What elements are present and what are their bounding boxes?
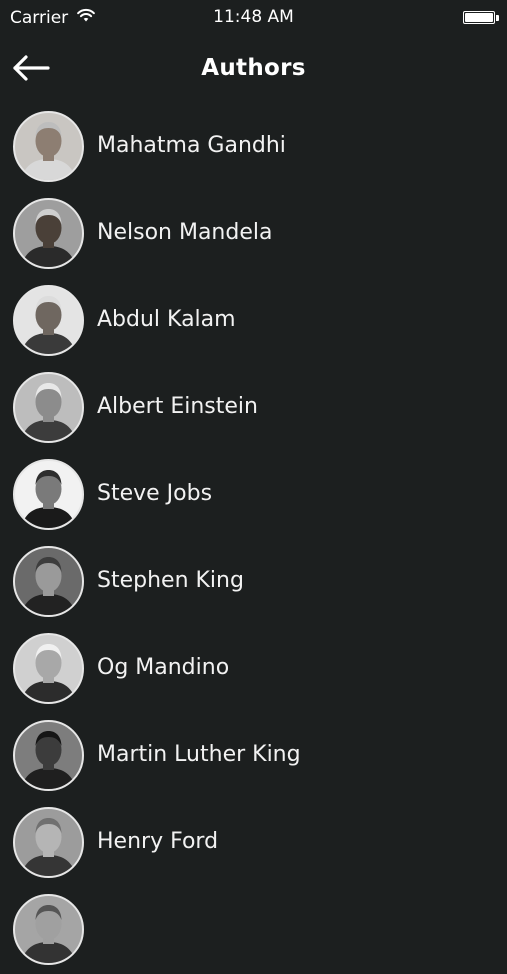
list-item[interactable]: Steve Jobs (0, 452, 507, 539)
battery-icon (463, 11, 495, 24)
author-name: Stephen King (97, 568, 244, 593)
list-item[interactable]: Martin Luther King (0, 713, 507, 800)
avatar (13, 198, 84, 269)
navigation-bar: Authors (0, 36, 507, 104)
list-item[interactable]: Nelson Mandela (0, 191, 507, 278)
avatar (13, 807, 84, 878)
avatar (13, 372, 84, 443)
author-name: Steve Jobs (97, 481, 213, 506)
avatar (13, 546, 84, 617)
author-name: Nelson Mandela (97, 220, 273, 245)
author-name: Martin Luther King (97, 742, 301, 767)
list-item[interactable]: Stephen King (0, 539, 507, 626)
author-name: Albert Einstein (97, 394, 258, 419)
author-name: Mahatma Gandhi (97, 133, 286, 158)
author-name: Abdul Kalam (97, 307, 236, 332)
authors-list: Mahatma Gandhi Nelson Mandela Abdul Kalam A… (0, 104, 507, 974)
avatar (13, 459, 84, 530)
avatar (13, 111, 84, 182)
author-name: Og Mandino (97, 655, 230, 680)
list-item[interactable] (0, 887, 507, 974)
status-time: 11:48 AM (213, 7, 294, 27)
status-bar: Carrier 11:48 AM (0, 0, 507, 36)
battery-tip (496, 15, 499, 21)
list-item[interactable]: Albert Einstein (0, 365, 507, 452)
list-item[interactable]: Henry Ford (0, 800, 507, 887)
battery-fill (465, 13, 493, 22)
author-name: Henry Ford (97, 829, 219, 854)
list-item[interactable]: Mahatma Gandhi (0, 104, 507, 191)
avatar (13, 894, 84, 965)
list-item[interactable]: Og Mandino (0, 626, 507, 713)
page-title: Authors (201, 55, 306, 81)
avatar (13, 720, 84, 791)
avatar (13, 633, 84, 704)
avatar (13, 285, 84, 356)
list-item[interactable]: Abdul Kalam (0, 278, 507, 365)
